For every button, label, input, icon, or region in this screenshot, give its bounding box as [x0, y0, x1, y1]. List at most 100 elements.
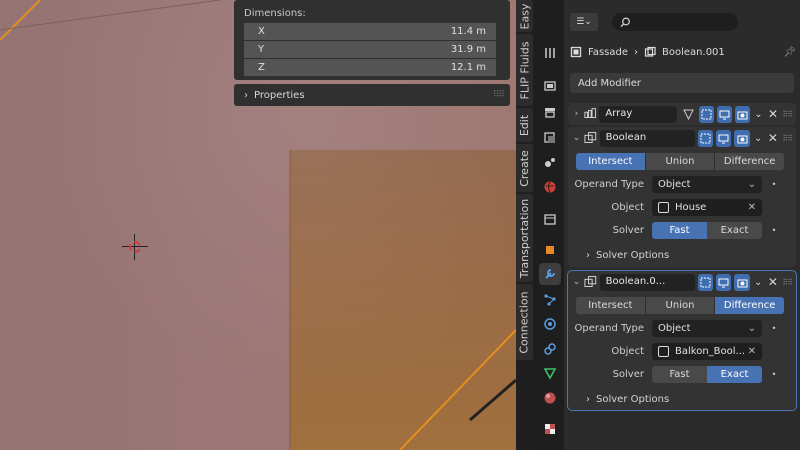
chevron-down-icon[interactable]: ⌄ — [753, 277, 764, 288]
editmode-toggle-icon[interactable] — [698, 105, 714, 123]
checker-texture-icon — [545, 424, 555, 434]
keyframe-dot-icon[interactable]: • — [768, 324, 780, 333]
dimension-y-field[interactable]: Y 31.9 m — [244, 41, 496, 58]
3d-cursor[interactable] — [122, 234, 148, 260]
keyframe-dot-icon[interactable]: • — [768, 180, 780, 189]
array-modifier-icon — [584, 108, 596, 119]
close-icon[interactable]: ✕ — [767, 131, 780, 145]
3d-viewport[interactable]: Dimensions: X 11.4 m Y 31.9 m Z 12.1 m ›… — [0, 0, 516, 450]
scene-tab[interactable] — [539, 151, 561, 173]
difference-button[interactable]: Difference — [715, 153, 785, 170]
material-icon — [544, 392, 556, 404]
intersect-button[interactable]: Intersect — [576, 153, 646, 170]
clear-icon[interactable]: ✕ — [748, 202, 756, 213]
drag-grip-icon[interactable]: ⠿⠿ — [493, 90, 505, 100]
render-camera-icon[interactable] — [734, 105, 751, 123]
constraints-tab[interactable] — [539, 338, 561, 360]
chevron-down-icon: ⌄ — [747, 322, 756, 334]
drag-grip-icon[interactable]: ⠿⠿ — [782, 110, 793, 119]
operand-type-dropdown[interactable]: Object ⌄ — [652, 175, 762, 193]
editor-type-dropdown[interactable]: ☰ ⌄ — [570, 13, 598, 31]
expand-arrow-icon[interactable]: › — [572, 109, 581, 119]
output-tab[interactable] — [539, 101, 561, 123]
collection-tab[interactable] — [539, 208, 561, 230]
collapse-arrow-icon[interactable]: ⌄ — [572, 133, 581, 143]
drag-grip-icon[interactable]: ⠿⠿ — [782, 134, 793, 143]
dimension-x-field[interactable]: X 11.4 m — [244, 23, 496, 40]
properties-subpanel-header[interactable]: › Properties ⠿⠿ — [234, 84, 510, 106]
keyframe-dot-icon[interactable]: • — [768, 226, 780, 235]
tab-flip-fluids[interactable]: FLIP Fluids — [516, 34, 533, 106]
object-row: Object House ✕ — [568, 198, 796, 216]
viewport-display-icon[interactable] — [716, 273, 732, 291]
object-field[interactable]: Balkon_Bool... ✕ — [652, 342, 762, 360]
object-field[interactable]: House ✕ — [652, 198, 762, 216]
modifier-name-field[interactable]: Boolean — [599, 129, 695, 147]
breadcrumb-modifier: Boolean.001 — [662, 46, 725, 58]
data-tab[interactable] — [539, 362, 561, 384]
modifier-name-field[interactable]: Boolean.0... — [599, 273, 695, 291]
drag-grip-icon[interactable]: ⠿⠿ — [782, 278, 793, 287]
intersect-button[interactable]: Intersect — [576, 297, 646, 314]
material-tab[interactable] — [539, 387, 561, 409]
tool-tab[interactable] — [539, 42, 561, 64]
constraint-icon — [544, 343, 556, 355]
modifier-name-field[interactable]: Array — [599, 105, 678, 123]
view-layer-tab[interactable] — [539, 127, 561, 149]
union-button[interactable]: Union — [645, 153, 716, 170]
editmode-toggle-icon[interactable] — [697, 129, 714, 147]
add-modifier-button[interactable]: Add Modifier — [570, 73, 794, 93]
tab-edit[interactable]: Edit — [516, 108, 533, 142]
render-camera-icon[interactable] — [734, 129, 750, 147]
render-camera-icon[interactable] — [734, 273, 750, 291]
object-label: Object — [611, 201, 644, 213]
exact-button[interactable]: Exact — [707, 365, 762, 383]
collapse-arrow-icon[interactable]: ⌄ — [572, 277, 581, 287]
physics-tab[interactable] — [539, 313, 561, 335]
tab-easy[interactable]: Easy — [516, 0, 533, 32]
pin-icon[interactable]: 📌︎ — [783, 47, 796, 58]
exact-button[interactable]: Exact — [707, 221, 762, 239]
dimensions-panel: Dimensions: X 11.4 m Y 31.9 m Z 12.1 m — [234, 0, 510, 80]
close-icon[interactable]: ✕ — [767, 275, 780, 289]
object-tab[interactable] — [539, 239, 561, 261]
tool-icon — [545, 48, 555, 58]
texture-tab[interactable] — [539, 418, 561, 440]
solver-options-subpanel[interactable]: › Solver Options — [568, 389, 796, 409]
chevron-down-icon: ⌄ — [584, 17, 592, 27]
dimension-z-field[interactable]: Z 12.1 m — [244, 59, 496, 76]
chevron-down-icon[interactable]: ⌄ — [753, 109, 764, 120]
close-icon[interactable]: ✕ — [767, 107, 779, 121]
modifier-header: › Array ⌄ ✕ ⠿⠿ — [568, 103, 796, 125]
viewport-display-icon[interactable] — [716, 105, 732, 123]
object-icon — [658, 201, 669, 213]
tab-connection[interactable]: Connection — [516, 284, 533, 360]
on-cage-icon[interactable] — [680, 106, 695, 123]
modifier-header: ⌄ Boolean ⌄ ✕ ⠿⠿ — [568, 127, 796, 149]
editmode-toggle-icon[interactable] — [697, 273, 714, 291]
operand-type-dropdown[interactable]: Object ⌄ — [652, 319, 762, 337]
fast-button[interactable]: Fast — [652, 221, 707, 239]
tab-transportation[interactable]: Transportation — [516, 194, 533, 282]
modifier-tab[interactable] — [539, 263, 561, 285]
chevron-right-icon: › — [634, 46, 639, 58]
particles-icon — [544, 294, 556, 306]
operation-selector: Intersect Union Difference — [576, 297, 785, 314]
particles-tab[interactable] — [539, 289, 561, 311]
difference-button[interactable]: Difference — [715, 297, 785, 314]
modifier-boolean: ⌄ Boolean ⌄ ✕ ⠿⠿ Intersect Union Differe… — [568, 127, 796, 267]
render-tab[interactable] — [539, 75, 561, 97]
scene-icon — [545, 158, 555, 167]
chevron-down-icon[interactable]: ⌄ — [753, 133, 764, 144]
chevron-right-icon: › — [586, 393, 590, 405]
solver-options-subpanel[interactable]: › Solver Options — [568, 245, 796, 265]
union-button[interactable]: Union — [645, 297, 716, 314]
world-tab[interactable] — [539, 176, 561, 198]
keyframe-dot-icon[interactable]: • — [768, 370, 780, 379]
fast-button[interactable]: Fast — [652, 365, 707, 383]
tab-create[interactable]: Create — [516, 144, 533, 192]
search-input[interactable] — [612, 13, 738, 31]
modifier-array: › Array ⌄ ✕ ⠿⠿ — [568, 103, 796, 125]
viewport-display-icon[interactable] — [716, 129, 732, 147]
clear-icon[interactable]: ✕ — [748, 346, 756, 357]
